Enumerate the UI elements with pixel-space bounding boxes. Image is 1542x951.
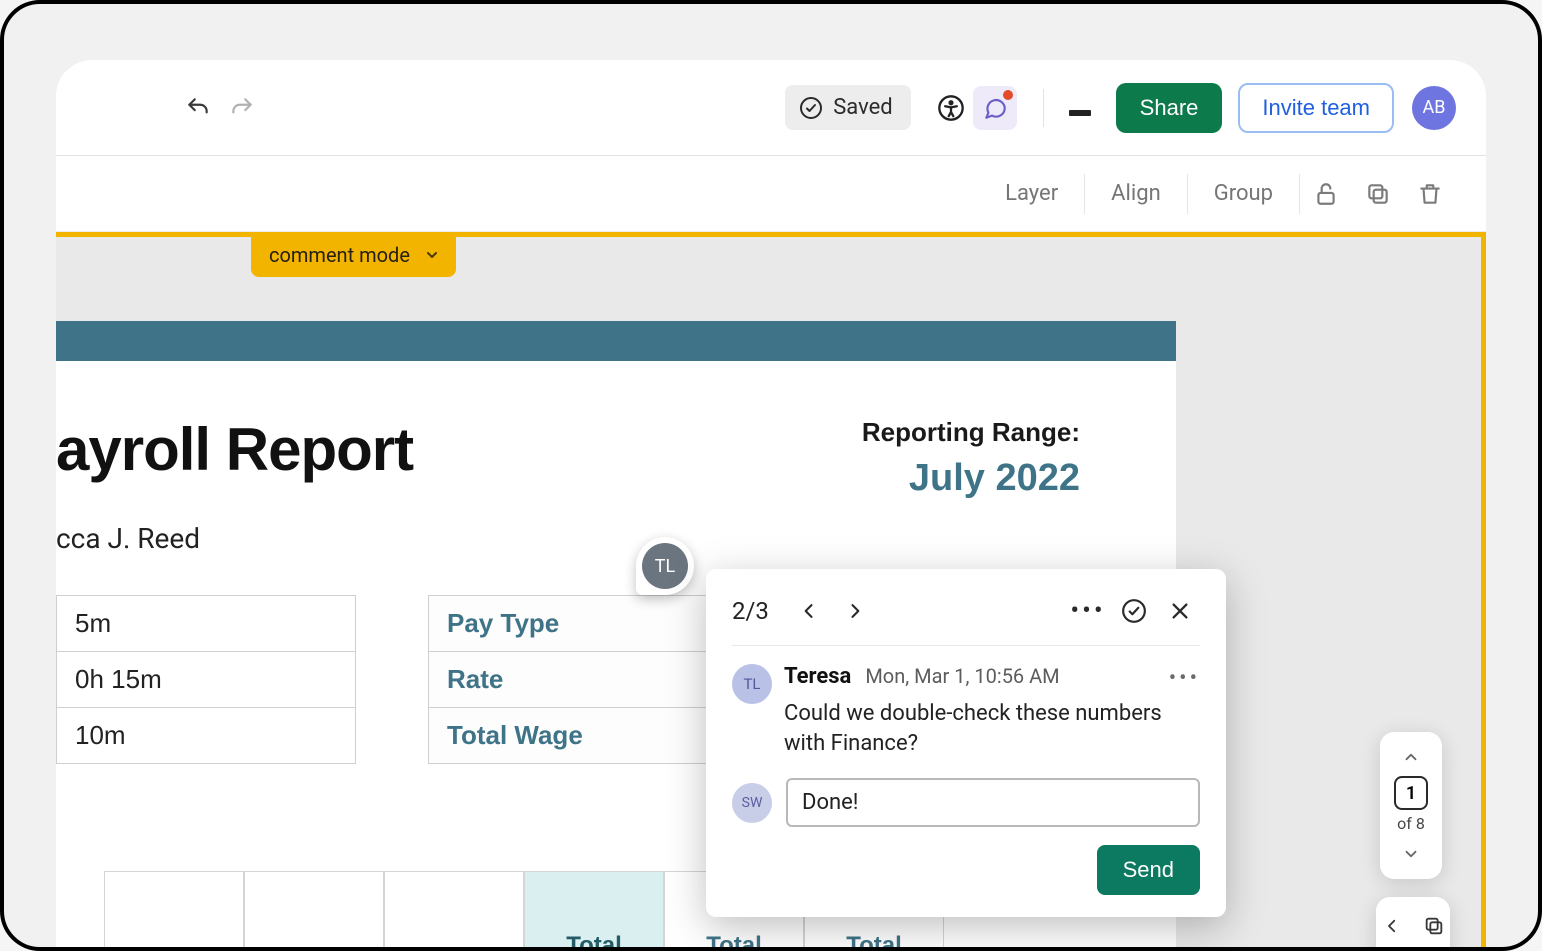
page-down-button[interactable] — [1391, 839, 1431, 869]
mode-dropdown[interactable]: comment mode — [251, 234, 456, 277]
format-toolbar: Layer Align Group — [56, 156, 1486, 232]
table-cell: 5m — [56, 595, 356, 652]
comment-popover: 2/3 ••• — [706, 569, 1226, 917]
reporting-range-label: Reporting Range: — [862, 417, 1080, 448]
chevron-down-icon — [1402, 845, 1420, 863]
comment-pin[interactable]: TL — [636, 537, 694, 595]
comment-author-avatar: TL — [732, 664, 772, 704]
copy-icon — [1365, 181, 1391, 207]
comment-author-name: Teresa — [784, 664, 851, 689]
document-header-strip — [56, 321, 1176, 361]
top-toolbar: Saved Share Invite team AB — [56, 60, 1486, 156]
chevron-left-icon — [799, 601, 819, 621]
chevron-up-icon — [1402, 748, 1420, 766]
trash-icon — [1417, 181, 1443, 207]
canvas[interactable]: comment mode ayroll Report cca J. Reed R… — [56, 232, 1486, 947]
page-total: of 8 — [1397, 814, 1425, 833]
chevron-down-icon — [424, 247, 440, 263]
copy-button[interactable] — [1352, 168, 1404, 220]
resolve-comment-button[interactable] — [1114, 591, 1154, 631]
notification-dot-icon — [1003, 90, 1013, 100]
next-comment-button[interactable] — [835, 591, 875, 631]
comment-timestamp: Mon, Mar 1, 10:56 AM — [865, 664, 1059, 688]
table-cell: 10m — [56, 708, 356, 764]
check-circle-icon — [799, 96, 823, 120]
accessibility-button[interactable] — [929, 86, 973, 130]
close-icon — [1169, 600, 1191, 622]
undo-button[interactable] — [176, 86, 220, 130]
lock-button[interactable] — [1300, 168, 1352, 220]
chevron-left-icon — [1383, 917, 1401, 935]
share-button[interactable]: Share — [1116, 83, 1223, 133]
comment-more-button[interactable]: ••• — [1068, 591, 1108, 631]
align-menu[interactable]: Align — [1085, 181, 1187, 206]
comment-body: Could we double-check these numbers with… — [732, 699, 1200, 758]
chevron-right-icon — [845, 601, 865, 621]
prev-comment-button[interactable] — [789, 591, 829, 631]
canvas-tools — [1376, 897, 1450, 947]
page-navigator: 1 of 8 — [1380, 732, 1442, 879]
layer-menu[interactable]: Layer — [979, 181, 1084, 206]
comment-counter: 2/3 — [732, 597, 769, 625]
reporting-range-value: July 2022 — [909, 457, 1080, 500]
comments-button[interactable] — [973, 86, 1017, 130]
mode-label: comment mode — [269, 243, 410, 267]
close-comment-button[interactable] — [1160, 591, 1200, 631]
comment-pin-initials: TL — [642, 543, 688, 589]
totals-cell — [104, 871, 244, 947]
selection-border-right — [1481, 237, 1486, 947]
current-page[interactable]: 1 — [1394, 776, 1428, 810]
send-reply-button[interactable]: Send — [1097, 845, 1200, 895]
totals-cell: Total — [524, 871, 664, 947]
comment-item-menu[interactable]: ••• — [1169, 666, 1200, 691]
totals-cell — [384, 871, 524, 947]
duplicate-button[interactable] — [1415, 907, 1453, 945]
document-author: cca J. Reed — [56, 522, 1176, 555]
totals-cell — [244, 871, 384, 947]
unlock-icon — [1313, 181, 1339, 207]
table-cell: 0h 15m — [56, 652, 356, 708]
user-avatar[interactable]: AB — [1412, 86, 1456, 130]
reply-input[interactable] — [786, 778, 1200, 827]
delete-button[interactable] — [1404, 168, 1456, 220]
invite-team-button[interactable]: Invite team — [1238, 83, 1394, 133]
copy-icon — [1423, 915, 1445, 937]
page-up-button[interactable] — [1391, 742, 1431, 772]
reply-user-avatar: SW — [732, 783, 772, 823]
tool-prev-button[interactable] — [1373, 907, 1411, 945]
saved-label: Saved — [833, 95, 892, 120]
group-menu[interactable]: Group — [1188, 181, 1299, 206]
redo-button[interactable] — [220, 86, 264, 130]
present-button[interactable] — [1058, 86, 1102, 130]
presentation-icon — [1067, 98, 1093, 118]
check-circle-icon — [1121, 598, 1147, 624]
saved-indicator: Saved — [785, 85, 910, 130]
